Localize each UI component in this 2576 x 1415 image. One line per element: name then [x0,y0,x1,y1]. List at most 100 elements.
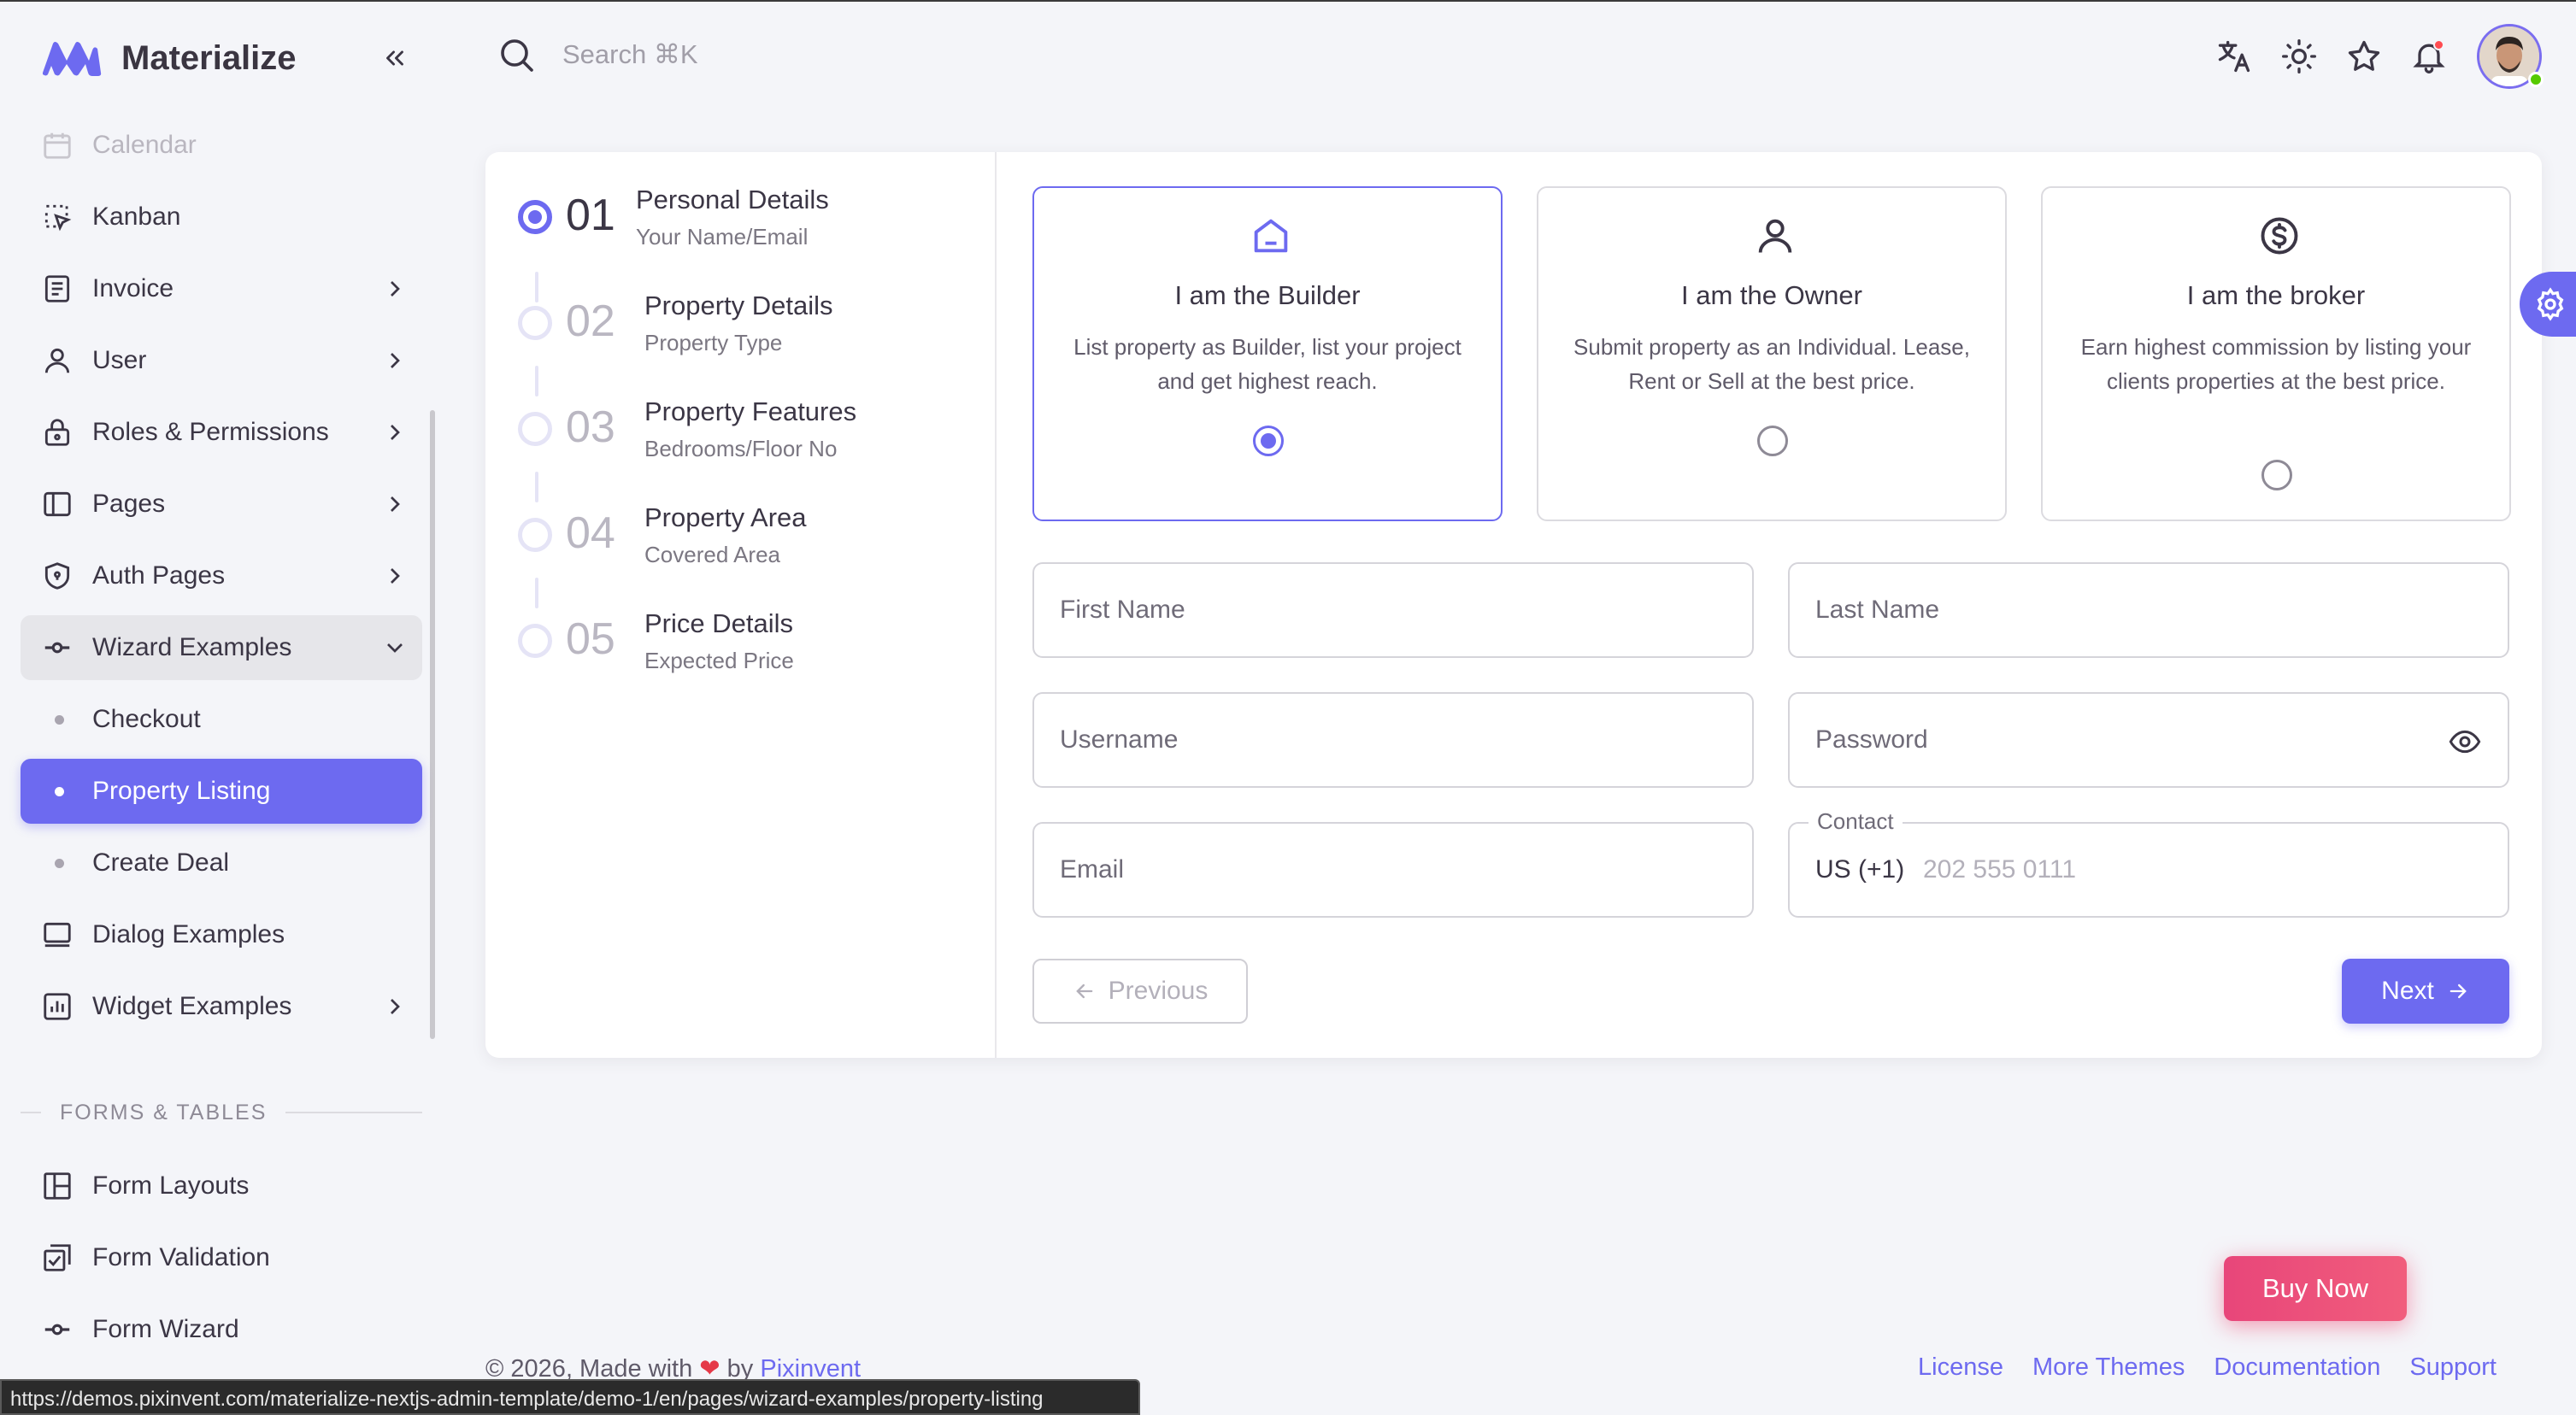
translate-icon [2218,40,2250,73]
sidebar-item-pages[interactable]: Pages [21,472,422,537]
shortcuts-button[interactable] [2344,36,2385,77]
option-builder-card[interactable]: I am the Builder List property as Builde… [1032,186,1503,521]
step-personal-details[interactable]: 01 Personal Details Your Name/Email [518,174,979,260]
wizard-icon [44,1324,70,1336]
last-name-field[interactable]: Last Name [1788,562,2509,658]
footer-link-more-themes[interactable]: More Themes [2032,1353,2185,1382]
sidebar-item-invoice[interactable]: Invoice [21,256,422,321]
step-property-features[interactable]: 03 Property Features Bedrooms/Floor No [518,386,979,472]
user-avatar[interactable] [2477,24,2544,89]
step-subtitle: Expected Price [644,648,794,673]
theme-toggle-button[interactable] [2279,36,2320,77]
chart-icon [44,993,71,1020]
option-title: I am the broker [2186,280,2366,310]
sidebar-item-label: Wizard Examples [92,633,292,661]
sidebar-item-label: Form Layouts [92,1171,250,1200]
user-icon [1758,219,1792,253]
username-field[interactable]: Username [1032,692,1754,788]
property-listing-wizard: 01 Personal Details Your Name/Email 02 P… [485,152,2542,1058]
dollar-circle-icon [2261,217,2298,255]
collapse-sidebar-button[interactable] [376,39,414,77]
bullet-icon [55,715,64,725]
step-title: Property Features [644,396,857,426]
first-name-field[interactable]: First Name [1032,562,1754,658]
sidebar-item-label: Widget Examples [92,992,292,1020]
step-indicator [518,306,552,340]
password-placeholder: Password [1815,725,1928,754]
sidebar-item-form-validation[interactable]: Form Validation [21,1225,422,1290]
sidebar-item-create-deal[interactable]: Create Deal [21,831,422,895]
sidebar-item-dialog-examples[interactable]: Dialog Examples [21,902,422,967]
footer-link-support[interactable]: Support [2409,1353,2497,1382]
step-number: 01 [566,191,615,240]
footer-link-documentation[interactable]: Documentation [2214,1353,2380,1382]
username-placeholder: Username [1060,725,1179,754]
arrow-left-icon [1075,983,1092,999]
sidebar-item-roles-permissions[interactable]: Roles & Permissions [21,400,422,465]
sidebar-item-label: Property Listing [92,777,271,805]
step-title: Personal Details [636,185,829,214]
step-title: Property Details [644,291,833,320]
footer-link-license[interactable]: License [1918,1353,2003,1382]
buy-now-button[interactable]: Buy Now [2224,1256,2407,1321]
chevron-right-icon [391,999,400,1014]
chevron-right-icon [391,496,400,512]
option-description: Earn highest commission by listing your … [2080,334,2472,394]
brand[interactable]: Materialize [39,34,297,82]
chevron-down-icon [387,643,403,653]
kanban-icon [44,204,72,232]
buy-now-label: Buy Now [2261,1273,2369,1303]
user-icon [44,348,70,373]
step-property-details[interactable]: 02 Property Details Property Type [518,280,979,366]
last-name-placeholder: Last Name [1815,596,1940,624]
sidebar-item-checkout[interactable]: Checkout [21,687,422,752]
eye-icon[interactable] [2448,725,2482,759]
contact-label: Contact [1808,808,1903,835]
option-title: I am the Owner [1681,280,1862,310]
email-field[interactable]: Email [1032,822,1754,918]
arrow-right-icon [2450,983,2467,999]
step-price-details[interactable]: 05 Price Details Expected Price [518,598,979,684]
contact-field[interactable]: Contact US (+1) 202 555 0111 [1788,808,2509,918]
previous-button[interactable]: Previous [1032,959,1248,1024]
country-code-prefix: US (+1) [1815,855,1905,884]
customizer-toggle-button[interactable] [2520,272,2576,337]
next-label: Next [2381,977,2434,1005]
notification-badge [2433,39,2444,50]
sidebar-item-auth-pages[interactable]: Auth Pages [21,543,422,608]
star-icon [2348,40,2380,71]
step-number: 02 [566,297,615,346]
sidebar-item-user[interactable]: User [21,328,422,393]
search-bar[interactable]: Search ⌘K [496,34,698,75]
step-title: Property Area [644,502,807,532]
step-indicator [518,200,552,234]
invoice-icon [44,275,70,302]
sidebar-item-kanban[interactable]: Kanban [21,185,422,250]
section-title-forms-tables: FORMS & TABLES [21,1097,422,1128]
sidebar-item-form-layouts[interactable]: Form Layouts [21,1154,422,1218]
step-indicator [518,518,552,552]
next-button[interactable]: Next [2342,959,2509,1024]
search-placeholder: Search ⌘K [562,39,698,69]
sidebar-item-property-listing[interactable]: Property Listing [21,759,422,824]
chevron-right-icon [391,425,400,440]
builder-radio[interactable] [1253,426,1284,456]
sidebar-item-form-wizard[interactable]: Form Wizard [21,1297,422,1362]
option-broker-card[interactable]: I am the broker Earn highest commission … [2041,186,2511,521]
broker-radio[interactable] [2261,460,2292,490]
sidebar-item-label: Form Validation [92,1243,270,1271]
owner-radio[interactable] [1757,426,1788,456]
option-owner-card[interactable]: I am the Owner Submit property as an Ind… [1537,186,2007,521]
password-field[interactable]: Password [1788,692,2509,788]
language-button[interactable] [2214,36,2255,77]
notifications-button[interactable] [2408,36,2450,77]
sun-icon [2282,39,2316,73]
sidebar-item-wizard-examples[interactable]: Wizard Examples [21,615,422,680]
sidebar-scrollbar[interactable] [430,410,435,1039]
sidebar-item-calendar[interactable]: Calendar [21,113,422,178]
home-icon [1254,219,1288,253]
sidebar-item-label: Create Deal [92,848,230,877]
previous-label: Previous [1108,977,1209,1005]
step-property-area[interactable]: 04 Property Area Covered Area [518,492,979,578]
sidebar-item-widget-examples[interactable]: Widget Examples [21,974,422,1039]
